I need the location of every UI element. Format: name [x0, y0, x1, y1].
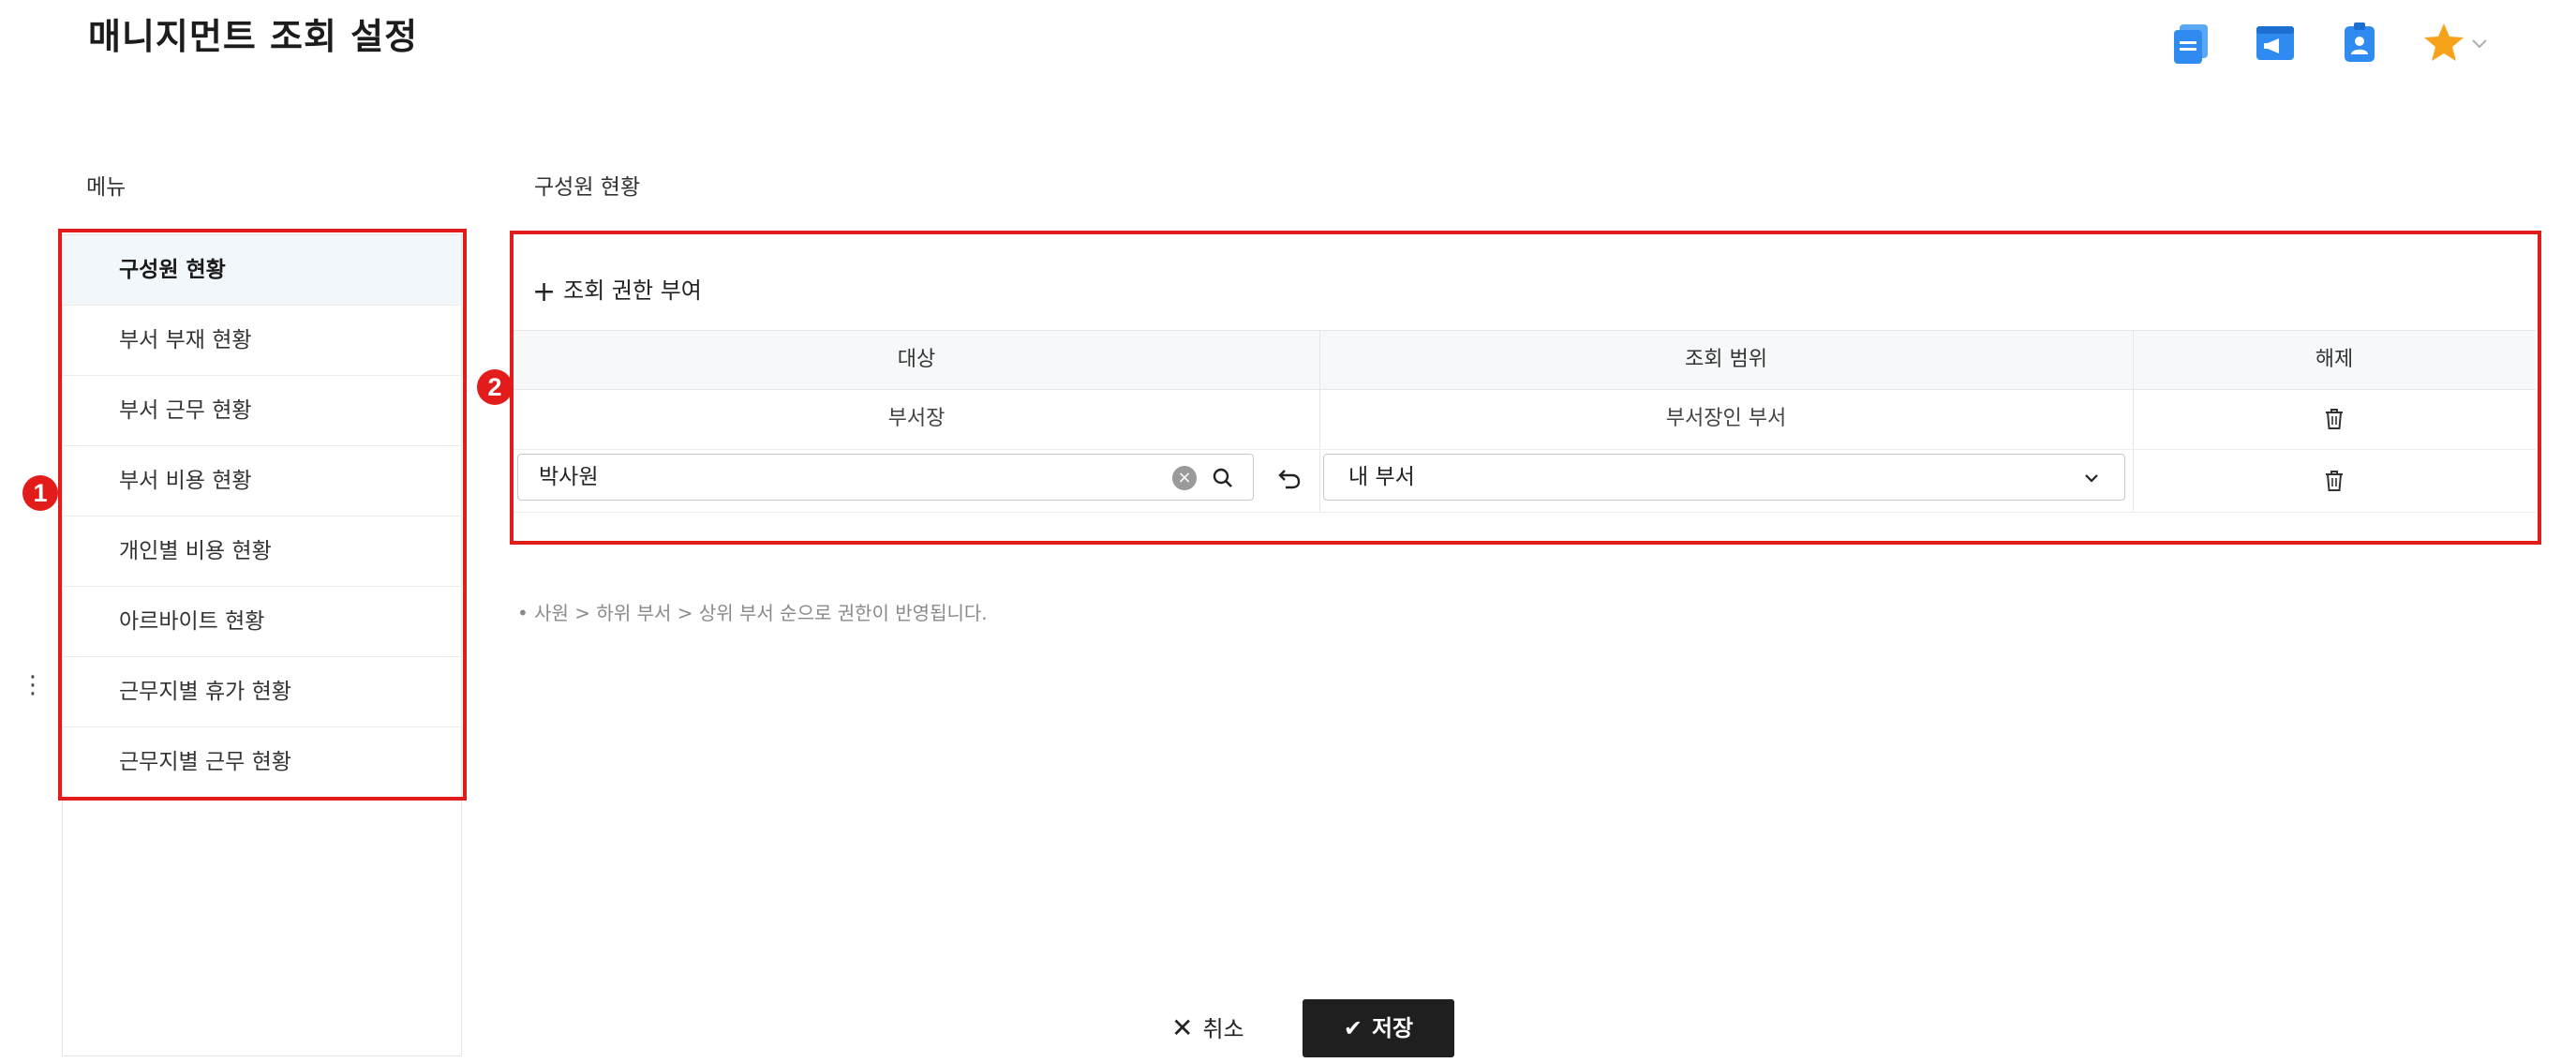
add-permission-label: 조회 권한 부여: [563, 277, 702, 304]
chevron-down-icon[interactable]: [2468, 32, 2491, 54]
trash-icon[interactable]: [2320, 405, 2348, 433]
column-header-target: 대상: [897, 348, 936, 371]
check-icon: ✔: [1343, 1015, 1362, 1041]
save-button[interactable]: ✔ 저장: [1303, 999, 1454, 1057]
permission-order-note: • 사원 > 하위 부서 > 상위 부서 순으로 권한이 반영됩니다.: [517, 602, 988, 624]
contact-badge-icon[interactable]: [2337, 21, 2382, 66]
header-toolbar: [2174, 21, 2576, 86]
scope-select-value: 내 부서: [1348, 465, 1415, 489]
document-icon[interactable]: [2168, 21, 2213, 66]
undo-icon[interactable]: [1274, 463, 1304, 493]
table-row: 부서장 부서장인 부서: [514, 389, 2536, 450]
announcement-icon[interactable]: [2253, 21, 2298, 66]
clear-icon[interactable]: ×: [1172, 466, 1197, 490]
row-scope: 부서장인 부서: [1665, 407, 1787, 430]
add-permission-button[interactable]: + 조회 권한 부여: [532, 272, 702, 308]
cancel-button[interactable]: ✕ 취소: [1171, 999, 1274, 1057]
star-icon[interactable]: [2421, 21, 2466, 66]
menu-section-label: 메뉴: [86, 175, 127, 200]
marker-one: 1: [22, 475, 58, 511]
column-header-scope: 조회 범위: [1685, 348, 1767, 371]
target-search-value: 박사원: [539, 465, 599, 489]
cancel-button-label: 취소: [1202, 1016, 1244, 1042]
row-target: 부서장: [887, 407, 946, 430]
column-header-remove: 해제: [2315, 348, 2354, 371]
save-button-label: 저장: [1371, 1015, 1414, 1041]
plus-icon: +: [532, 276, 557, 308]
page-title: 매니지먼트 조회 설정: [88, 16, 419, 57]
chevron-down-icon: [2085, 474, 2098, 483]
marker-two: 2: [477, 369, 513, 405]
target-search-input[interactable]: 박사원 ×: [517, 454, 1254, 501]
permission-table-header: 대상 조회 범위 해제: [514, 330, 2536, 390]
highlight-box-menu: [58, 229, 467, 801]
close-icon: ✕: [1171, 1012, 1194, 1043]
more-vertical-icon[interactable]: ⋮: [21, 671, 45, 699]
search-icon[interactable]: [1210, 465, 1236, 491]
scope-select[interactable]: 내 부서: [1323, 454, 2125, 501]
content-section-label: 구성원 현황: [534, 175, 641, 200]
trash-icon[interactable]: [2320, 467, 2348, 495]
